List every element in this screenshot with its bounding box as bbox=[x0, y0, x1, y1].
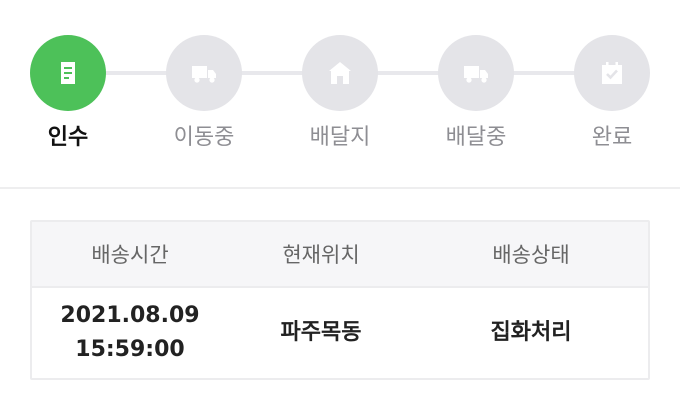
header-delivery-time: 배송시간 bbox=[91, 243, 169, 267]
current-location-cell: 파주목동 bbox=[280, 320, 362, 345]
delivery-date: 2021.08.09 bbox=[60, 303, 200, 328]
tracking-table: 배송시간 현재위치 배송상태 2021.08.09 15:59:00 파주목동 … bbox=[30, 220, 650, 380]
header-delivery-status: 배송상태 bbox=[492, 243, 570, 267]
tracking-table-header: 배송시간 현재위치 배송상태 bbox=[32, 222, 648, 288]
step-out-for-delivery-circle bbox=[438, 35, 514, 111]
step-in-transit-label: 이동중 bbox=[173, 125, 235, 150]
step-in-transit: 이동중 bbox=[154, 35, 254, 152]
calendar-check-icon bbox=[602, 62, 622, 84]
house-icon bbox=[329, 62, 351, 84]
truck-icon bbox=[464, 66, 488, 83]
step-complete-circle bbox=[574, 35, 650, 111]
truck-icon bbox=[192, 66, 216, 83]
step-pickup-circle bbox=[30, 35, 106, 111]
delivery-clock-time: 15:59:00 bbox=[75, 337, 185, 362]
section-divider bbox=[0, 187, 680, 189]
delivery-status-cell: 집화처리 bbox=[490, 320, 572, 345]
delivery-progress-stepper: 인수 이동중 배달지 배달중 완료 bbox=[0, 0, 680, 188]
step-out-for-delivery-label: 배달중 bbox=[445, 125, 507, 150]
step-destination-label: 배달지 bbox=[309, 125, 371, 150]
step-destination: 배달지 bbox=[290, 35, 390, 152]
step-destination-circle bbox=[302, 35, 378, 111]
step-out-for-delivery: 배달중 bbox=[426, 35, 526, 152]
step-complete: 완료 bbox=[562, 35, 662, 152]
step-pickup-label: 인수 bbox=[47, 125, 89, 150]
step-complete-label: 완료 bbox=[591, 125, 633, 150]
table-row: 2021.08.09 15:59:00 파주목동 집화처리 bbox=[32, 288, 648, 378]
step-in-transit-circle bbox=[166, 35, 242, 111]
delivery-time-cell: 2021.08.09 15:59:00 bbox=[32, 288, 228, 378]
header-current-location: 현재위치 bbox=[282, 243, 360, 267]
document-icon bbox=[61, 62, 75, 84]
step-pickup: 인수 bbox=[18, 35, 118, 152]
